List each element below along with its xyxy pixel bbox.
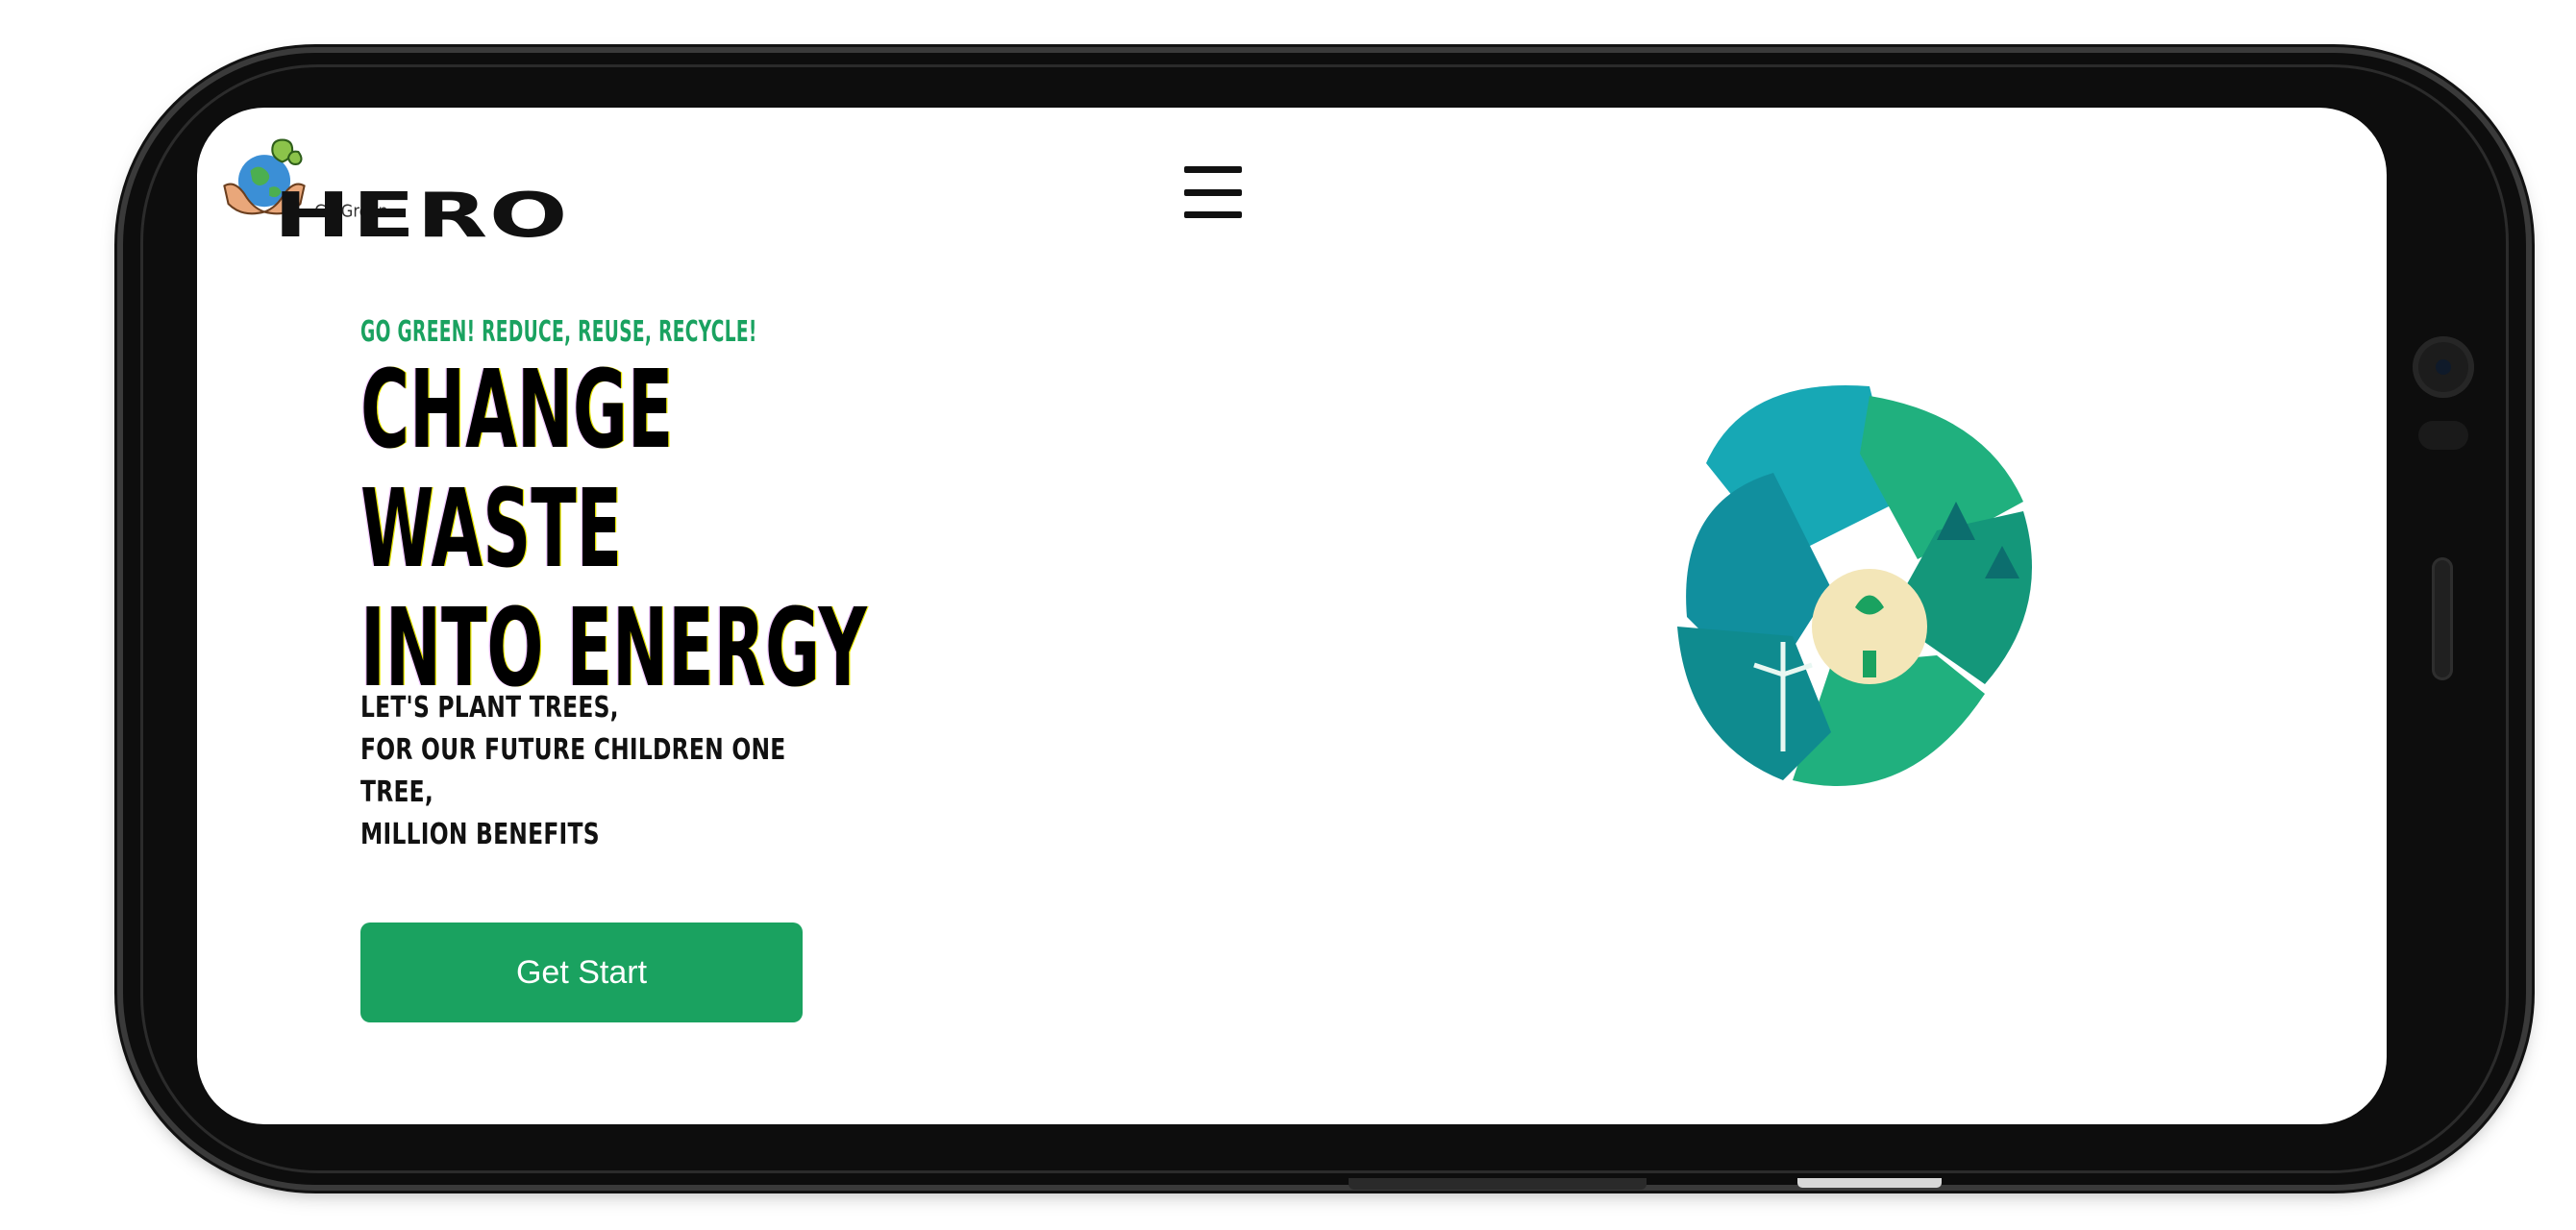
- side-button-light: [1797, 1178, 1942, 1188]
- description-line-2: FOR OUR FUTURE CHILDREN ONE: [360, 733, 786, 767]
- recycle-energy-illustration: [1677, 385, 2032, 786]
- description-line-3: TREE,: [360, 775, 434, 809]
- get-start-button[interactable]: Get Start: [360, 922, 803, 1022]
- hamburger-menu-icon[interactable]: [1184, 166, 1242, 218]
- description-line-1: LET'S PLANT TREES,: [360, 691, 619, 725]
- phone-screen: Go Green HERO GO GREEN! REDUCE, REUSE, R…: [197, 108, 2387, 1124]
- hero-description: LET'S PLANT TREES, FOR OUR FUTURE CHILDR…: [360, 687, 976, 856]
- side-button: [1349, 1178, 1647, 1190]
- headline-line-2: WASTE: [360, 467, 623, 592]
- proximity-sensor: [2418, 421, 2468, 450]
- hero-tagline: GO GREEN! REDUCE, REUSE, RECYCLE!: [360, 315, 757, 349]
- hero-headline: CHANGE WASTE INTO ENERGY: [360, 348, 867, 711]
- description-line-4: MILLION BENEFITS: [360, 818, 600, 851]
- brand-name: HERO: [273, 181, 569, 252]
- front-camera-icon: [2413, 336, 2474, 398]
- earpiece-speaker: [2432, 557, 2453, 680]
- headline-line-1: CHANGE: [360, 348, 674, 473]
- web-page: Go Green HERO GO GREEN! REDUCE, REUSE, R…: [197, 108, 2387, 1124]
